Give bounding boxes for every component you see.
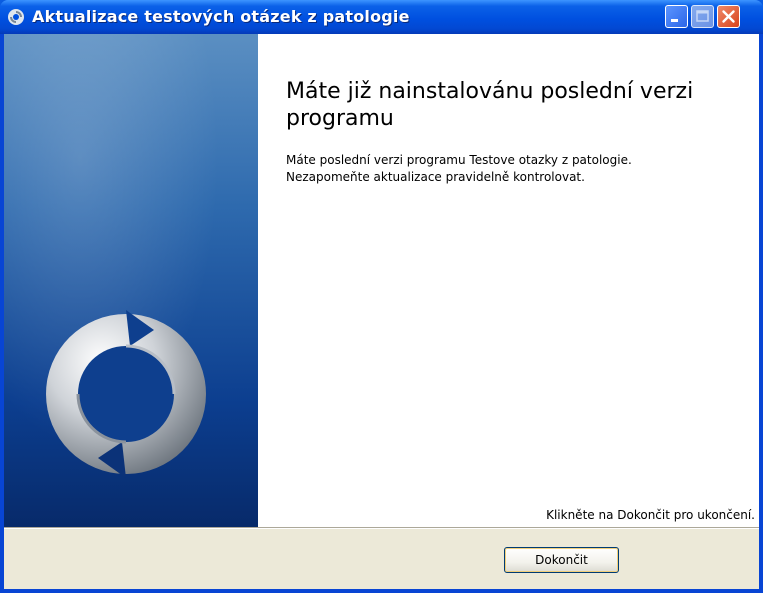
window-title: Aktualizace testových otázek z patologie [32, 7, 410, 26]
minimize-button[interactable] [665, 5, 688, 28]
wizard-footer: Dokončit [4, 529, 759, 589]
close-button[interactable] [717, 5, 740, 28]
installer-window: Aktualizace testových otázek z patologie [0, 0, 763, 593]
title-bar[interactable]: Aktualizace testových otázek z patologie [0, 0, 763, 34]
update-arrows-icon [46, 310, 206, 478]
update-arrows-icon[interactable] [7, 8, 25, 26]
client-area: Máte již nainstalovánu poslední verzi pr… [4, 34, 759, 589]
finish-button[interactable]: Dokončit [504, 547, 619, 573]
wizard-sidebar [4, 34, 258, 527]
minimize-icon [671, 19, 678, 22]
description-line: Nezapomeňte aktualizace pravidelně kontr… [286, 170, 585, 184]
content-panel: Máte již nainstalovánu poslední verzi pr… [258, 34, 759, 527]
page-description: Máte poslední verzi programu Testove ota… [286, 152, 751, 186]
window-border-right [759, 34, 763, 593]
close-icon [722, 10, 735, 23]
description-line: Máte poslední verzi programu Testove ota… [286, 153, 632, 167]
finish-hint: Klikněte na Dokončit pro ukončení. [546, 508, 755, 522]
page-heading: Máte již nainstalovánu poslední verzi pr… [286, 79, 694, 131]
maximize-button[interactable] [691, 5, 714, 28]
window-border-bottom [0, 589, 763, 593]
maximize-icon [696, 10, 709, 22]
